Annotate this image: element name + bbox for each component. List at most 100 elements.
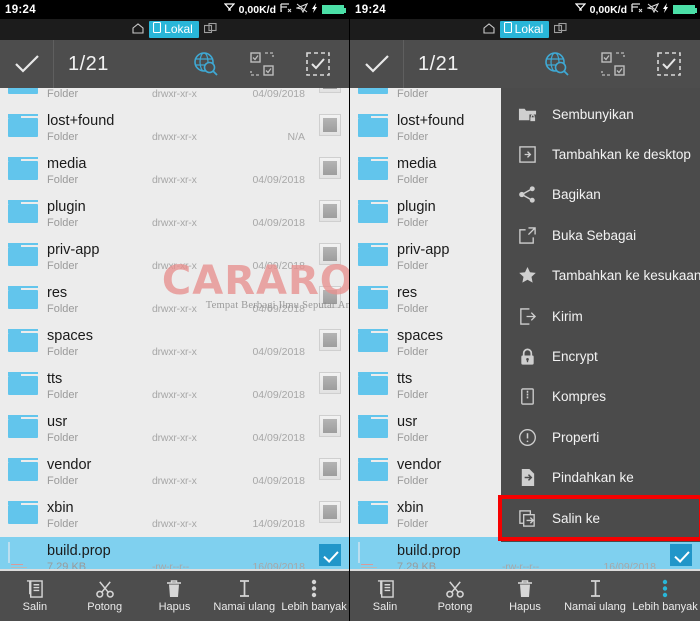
multi-window-icon[interactable] bbox=[554, 22, 567, 37]
folder-icon bbox=[8, 156, 38, 187]
menu-item-label: Tambahkan ke desktop bbox=[552, 147, 691, 163]
breadcrumb-lokal[interactable]: Lokal bbox=[149, 21, 199, 38]
bottom-action-namai-ulang[interactable]: Namai ulang bbox=[209, 579, 279, 613]
menu-item-label: Buka Sebagai bbox=[552, 227, 637, 243]
copy-icon bbox=[377, 579, 394, 598]
menu-item-bagikan[interactable]: Bagikan bbox=[501, 175, 700, 215]
table-row[interactable]: priv-appFolderdrwxr-xr-x04/09/2018 bbox=[0, 236, 349, 279]
menu-item-properti[interactable]: Properti bbox=[501, 417, 700, 457]
row-checkbox[interactable] bbox=[319, 329, 341, 351]
action-bar-icons-right bbox=[544, 51, 700, 77]
bottom-action-potong[interactable]: Potong bbox=[70, 579, 140, 613]
menu-item-encrypt[interactable]: Encrypt bbox=[501, 336, 700, 376]
row-checkbox[interactable] bbox=[319, 372, 341, 394]
file-name: build.prop bbox=[47, 543, 111, 559]
path-bar-right: Lokal bbox=[350, 19, 700, 40]
signal-icon bbox=[280, 3, 292, 16]
menu-item-sembunyikan[interactable]: Sembunyikan bbox=[501, 94, 700, 134]
menu-item-kompres[interactable]: Kompres bbox=[501, 377, 700, 417]
file-date: 04/09/2018 bbox=[252, 303, 305, 315]
file-permissions: drwxr-xr-x bbox=[152, 174, 197, 186]
folder-icon bbox=[358, 500, 388, 531]
file-date: 16/09/2018 bbox=[603, 561, 656, 569]
selection-count-right: 1/21 bbox=[418, 52, 459, 75]
left-panel: 19:24 0,00K/d Lokal 1/21 Folder drwxr-xr… bbox=[0, 0, 350, 621]
file-permissions: -rw-r--r-- bbox=[502, 561, 540, 569]
send-icon bbox=[517, 306, 537, 326]
table-row[interactable]: ttsFolderdrwxr-xr-x04/09/2018 bbox=[0, 365, 349, 408]
status-time: 19:24 bbox=[5, 3, 36, 16]
file-name: lost+found bbox=[47, 113, 115, 129]
file-date: 04/09/2018 bbox=[252, 260, 305, 272]
table-row[interactable]: usrFolderdrwxr-xr-x04/09/2018 bbox=[0, 408, 349, 451]
table-row[interactable]: resFolderdrwxr-xr-x04/09/2018 bbox=[0, 279, 349, 322]
file-permissions: drwxr-xr-x bbox=[152, 475, 197, 487]
bottom-action-salin[interactable]: Salin bbox=[0, 579, 70, 613]
download-arrow-icon bbox=[574, 3, 586, 16]
table-row[interactable]: pluginFolderdrwxr-xr-x04/09/2018 bbox=[0, 193, 349, 236]
folder-icon bbox=[358, 414, 388, 445]
table-row[interactable]: lost+foundFolderdrwxr-xr-xN/A bbox=[0, 107, 349, 150]
file-list[interactable]: FolderFolderdrwxr-xr-x04/09/2018lost+fou… bbox=[0, 64, 349, 569]
device-icon bbox=[503, 21, 512, 36]
table-row[interactable]: mediaFolderdrwxr-xr-x04/09/2018 bbox=[0, 150, 349, 193]
row-checkbox[interactable] bbox=[319, 243, 341, 265]
search-globe-icon[interactable] bbox=[193, 51, 219, 77]
bottom-action-lebih-banyak[interactable]: Lebih banyak bbox=[630, 579, 700, 613]
menu-item-tambahkan-ke-kesukaan[interactable]: Tambahkan ke kesukaan bbox=[501, 256, 700, 296]
checkmark-icon[interactable] bbox=[350, 40, 404, 88]
search-globe-icon[interactable] bbox=[544, 51, 570, 77]
bottom-action-label: Lebih banyak bbox=[632, 601, 698, 613]
menu-item-pindahkan-ke[interactable]: Pindahkan ke bbox=[501, 458, 700, 498]
bottom-action-potong[interactable]: Potong bbox=[420, 579, 490, 613]
row-checkbox[interactable] bbox=[319, 415, 341, 437]
home-icon[interactable] bbox=[132, 22, 144, 37]
table-row[interactable]: build.prop 7,29 KB -rw-r--r-- 16/09/2018 bbox=[0, 537, 349, 569]
context-menu[interactable]: Sembunyikan Tambahkan ke desktop Bagikan Bu… bbox=[498, 88, 700, 543]
bottom-action-label: Salin bbox=[372, 601, 398, 613]
row-checkbox[interactable] bbox=[319, 157, 341, 179]
folder-icon bbox=[8, 457, 38, 488]
home-icon[interactable] bbox=[483, 22, 495, 37]
checkmark-icon[interactable] bbox=[0, 40, 54, 88]
bottom-action-salin[interactable]: Salin bbox=[350, 579, 420, 613]
file-permissions: drwxr-xr-x bbox=[152, 88, 197, 100]
text-cursor-icon bbox=[589, 579, 602, 598]
document-icon bbox=[358, 541, 388, 569]
action-bar-right: 1/21 bbox=[350, 40, 700, 88]
bottom-action-lebih-banyak[interactable]: Lebih banyak bbox=[279, 579, 349, 613]
select-range-icon[interactable] bbox=[249, 51, 275, 77]
folder-icon bbox=[8, 371, 38, 402]
action-bar: 1/21 bbox=[0, 40, 349, 88]
row-checkbox[interactable] bbox=[319, 286, 341, 308]
menu-item-kirim[interactable]: Kirim bbox=[501, 296, 700, 336]
row-checkbox[interactable] bbox=[319, 544, 341, 566]
scissors-icon bbox=[95, 579, 114, 598]
overflow-dots-icon bbox=[662, 579, 668, 598]
file-date: 14/09/2018 bbox=[252, 518, 305, 530]
file-date: 04/09/2018 bbox=[252, 88, 305, 100]
row-checkbox[interactable] bbox=[319, 114, 341, 136]
table-row[interactable]: xbinFolderdrwxr-xr-x14/09/2018 bbox=[0, 494, 349, 537]
file-permissions: drwxr-xr-x bbox=[152, 346, 197, 358]
table-row[interactable]: spacesFolderdrwxr-xr-x04/09/2018 bbox=[0, 322, 349, 365]
multi-window-icon[interactable] bbox=[203, 22, 217, 37]
select-all-icon[interactable] bbox=[305, 51, 331, 77]
bottom-action-namai-ulang[interactable]: Namai ulang bbox=[560, 579, 630, 613]
select-range-icon[interactable] bbox=[600, 51, 626, 77]
bottom-action-label: Hapus bbox=[158, 601, 191, 613]
row-checkbox[interactable] bbox=[319, 501, 341, 523]
table-row[interactable]: vendorFolderdrwxr-xr-x04/09/2018 bbox=[0, 451, 349, 494]
file-date: 04/09/2018 bbox=[252, 346, 305, 358]
bottom-action-hapus[interactable]: Hapus bbox=[140, 579, 210, 613]
menu-item-salin-ke[interactable]: Salin ke bbox=[498, 494, 700, 542]
breadcrumb-lokal-right[interactable]: Lokal bbox=[499, 21, 550, 38]
select-all-icon[interactable] bbox=[656, 51, 682, 77]
menu-item-tambahkan-ke-desktop[interactable]: Tambahkan ke desktop bbox=[501, 134, 700, 174]
bottom-action-hapus[interactable]: Hapus bbox=[490, 579, 560, 613]
row-checkbox[interactable] bbox=[319, 200, 341, 222]
file-permissions: drwxr-xr-x bbox=[152, 260, 197, 272]
row-checkbox[interactable] bbox=[319, 458, 341, 480]
menu-item-buka-sebagai[interactable]: Buka Sebagai bbox=[501, 215, 700, 255]
row-checkbox[interactable] bbox=[670, 544, 692, 566]
